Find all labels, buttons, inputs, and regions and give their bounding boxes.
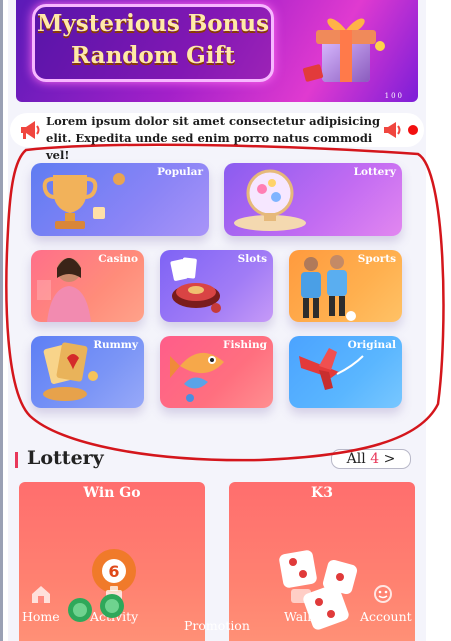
game-card-title: K3 <box>311 485 333 501</box>
page-edge-line <box>0 0 3 641</box>
nav-promotion[interactable]: Promotion <box>184 618 250 633</box>
view-all-count: 4 <box>370 451 380 467</box>
svg-text:6: 6 <box>108 562 119 581</box>
category-label: Slots <box>237 253 267 265</box>
game-card-title: Win Go <box>83 485 141 501</box>
notice-bar[interactable]: Lorem ipsum dolor sit amet consectetur a… <box>10 113 424 162</box>
view-all-arrow: > <box>383 451 396 467</box>
promo-banner[interactable]: Mysterious Bonus Random Gift 100 <box>16 0 418 102</box>
category-label: Fishing <box>223 339 267 351</box>
home-icon <box>32 586 50 603</box>
category-fishing[interactable]: Fishing <box>160 336 273 408</box>
category-popular[interactable]: Popular <box>31 163 209 236</box>
category-label: Original <box>347 339 396 351</box>
category-rummy[interactable]: Rummy <box>31 336 144 408</box>
category-slots[interactable]: Slots <box>160 250 273 322</box>
nav-home[interactable]: Home <box>22 609 60 624</box>
category-label: Lottery <box>353 166 396 178</box>
category-sports[interactable]: Sports <box>289 250 402 322</box>
wallet-icon <box>291 589 311 603</box>
nav-account[interactable]: Account <box>360 609 412 624</box>
banner-title: Mysterious Bonus Random Gift <box>32 8 274 72</box>
category-original[interactable]: Original <box>289 336 402 408</box>
banner-title-line1: Mysterious Bonus <box>36 10 270 37</box>
bottom-nav: Home Activity Promotion Wallet Account <box>8 580 426 641</box>
section-title: Lottery <box>27 447 104 469</box>
account-icon <box>374 585 392 603</box>
notification-dot <box>408 125 418 135</box>
notice-text: Lorem ipsum dolor sit amet consectetur a… <box>46 114 381 162</box>
section-accent-bar <box>15 452 18 468</box>
nav-wallet[interactable]: Wallet <box>284 609 324 624</box>
lottery-machine-icon <box>234 169 306 231</box>
megaphone-icon <box>21 121 40 139</box>
app-screen: Mysterious Bonus Random Gift 100 Lorem i… <box>8 0 426 641</box>
view-all-button[interactable]: All 4 > <box>331 449 411 469</box>
category-label: Popular <box>157 166 203 178</box>
casino-host-image <box>37 258 91 322</box>
category-label: Sports <box>357 253 396 265</box>
banner-title-line2: Random Gift <box>71 42 235 69</box>
category-casino[interactable]: Casino <box>31 250 144 322</box>
category-label: Rummy <box>93 339 138 351</box>
gift-box-icon <box>302 18 385 82</box>
trophy-icon <box>42 173 125 229</box>
promotion-icon <box>68 594 124 622</box>
category-label: Casino <box>98 253 138 265</box>
view-all-label: All <box>346 451 366 467</box>
megaphone-small-icon <box>384 122 401 138</box>
roulette-icon <box>170 257 221 313</box>
banner-slide-indicator: 100 <box>384 92 404 100</box>
category-lottery[interactable]: Lottery <box>224 163 402 236</box>
